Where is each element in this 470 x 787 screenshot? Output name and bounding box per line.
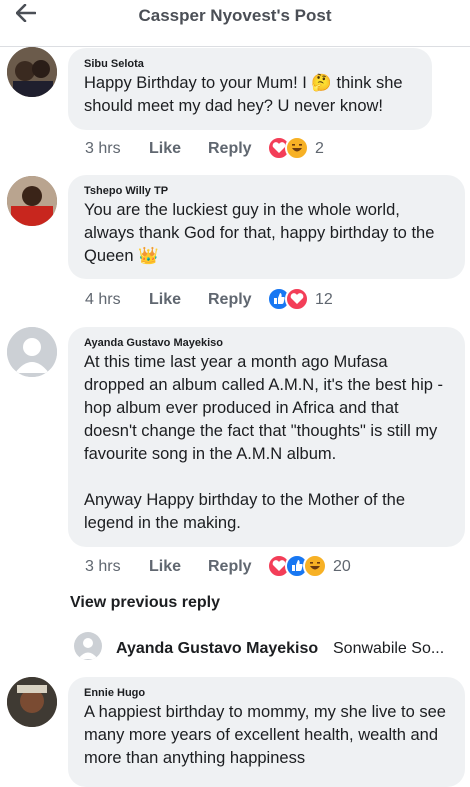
reaction-summary[interactable]: 20 <box>267 554 357 580</box>
comment-actions: 3 hrs Like Reply 20 <box>85 554 465 580</box>
reaction-count: 2 <box>315 140 324 157</box>
comment-bubble: Ayanda Gustavo Mayekiso At this time las… <box>68 327 465 547</box>
haha-reaction-icon <box>285 136 309 160</box>
love-reaction-icon <box>285 287 309 311</box>
default-avatar-icon <box>7 327 57 377</box>
avatar[interactable] <box>7 176 57 226</box>
like-button[interactable]: Like <box>149 558 181 576</box>
like-button[interactable]: Like <box>149 140 181 158</box>
reply-text: Sonwabile So... <box>333 640 445 657</box>
comment-author[interactable]: Ennie Hugo <box>84 687 449 699</box>
avatar-photo <box>7 47 57 97</box>
reply-button[interactable]: Reply <box>208 558 252 576</box>
comment-text: At this time last year a month ago Mufas… <box>84 353 444 532</box>
comment-bubble: Tshepo Willy TP You are the luckiest guy… <box>68 175 465 279</box>
reaction-summary[interactable]: 12 <box>267 287 347 313</box>
comment-bubble: Ennie Hugo A happiest birthday to mommy,… <box>68 677 465 787</box>
reaction-summary[interactable]: 2 <box>267 136 347 162</box>
comment-time[interactable]: 3 hrs <box>85 558 121 576</box>
avatar[interactable] <box>7 327 57 377</box>
view-previous-reply-link[interactable]: View previous reply <box>70 594 220 612</box>
comment-author[interactable]: Sibu Selota <box>84 58 416 70</box>
page-title: Cassper Nyovest's Post <box>138 6 332 25</box>
reply-button[interactable]: Reply <box>208 140 252 158</box>
avatar[interactable] <box>7 677 57 727</box>
avatar[interactable] <box>7 47 57 97</box>
avatar-photo <box>7 176 57 226</box>
nested-reply-preview[interactable]: Ayanda Gustavo Mayekiso Sonwabile So... <box>70 628 470 668</box>
comment-actions: 4 hrs Like Reply 12 <box>85 287 465 313</box>
comment-author[interactable]: Ayanda Gustavo Mayekiso <box>84 337 449 349</box>
post-header: Cassper Nyovest's Post <box>0 0 470 47</box>
comment-text: Happy Birthday to your Mum! I 🤔 think sh… <box>84 74 408 115</box>
comment-time[interactable]: 3 hrs <box>85 140 121 158</box>
default-avatar-icon <box>74 632 102 660</box>
comment-time[interactable]: 4 hrs <box>85 291 121 309</box>
comment-actions: 3 hrs Like Reply 2 <box>85 136 465 162</box>
comment-text: You are the luckiest guy in the whole wo… <box>84 201 439 265</box>
comment-text: A happiest birthday to mommy, my she liv… <box>84 703 451 767</box>
reaction-count: 12 <box>315 291 333 308</box>
reply-button[interactable]: Reply <box>208 291 252 309</box>
haha-reaction-icon <box>303 554 327 578</box>
comment-bubble: Sibu Selota Happy Birthday to your Mum! … <box>68 48 432 130</box>
reply-author[interactable]: Ayanda Gustavo Mayekiso <box>116 640 318 658</box>
reaction-count: 20 <box>333 558 351 575</box>
comment-author[interactable]: Tshepo Willy TP <box>84 185 449 197</box>
avatar-photo <box>7 677 57 727</box>
like-button[interactable]: Like <box>149 291 181 309</box>
